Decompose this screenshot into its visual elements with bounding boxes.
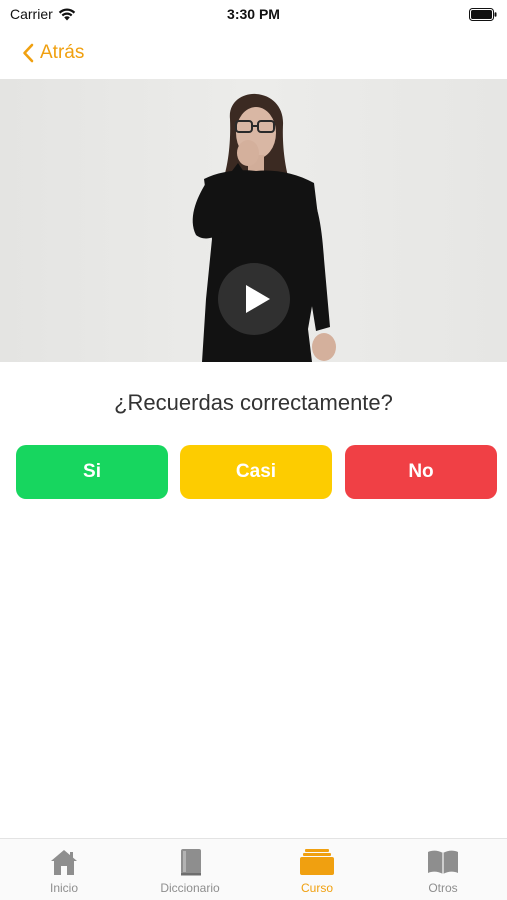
chevron-left-icon [23, 43, 34, 63]
back-label: Atrás [40, 42, 85, 63]
tab-curso-label: Curso [300, 881, 333, 895]
tab-diccionario[interactable]: Diccionario [140, 847, 240, 897]
stack-icon [300, 849, 334, 875]
status-time: 3:30 PM [227, 6, 280, 22]
tab-otros-label: Otros [428, 881, 458, 895]
open-book-icon [428, 850, 458, 874]
answer-buttons: Si Casi No [16, 445, 497, 499]
screen: Carrier 3:30 PM Atrás ¿Recuerdas correct… [0, 0, 507, 900]
tab-inicio[interactable]: Inicio [14, 847, 114, 897]
tab-bar: Inicio Diccionario Curso Otros [0, 838, 507, 900]
book-icon [181, 849, 201, 876]
tab-otros[interactable]: Otros [393, 847, 493, 897]
answer-si-button[interactable]: Si [16, 445, 168, 499]
play-button[interactable] [218, 263, 290, 335]
tab-inicio-label: Inicio [49, 881, 78, 895]
status-bar: Carrier 3:30 PM [0, 0, 507, 30]
answer-casi-button[interactable]: Casi [180, 445, 332, 499]
tab-curso[interactable]: Curso [267, 847, 367, 897]
answer-no-button[interactable]: No [345, 445, 497, 499]
back-button[interactable]: Atrás [22, 40, 84, 66]
sign-video[interactable] [0, 79, 507, 362]
question-text: ¿Recuerdas correctamente? [114, 390, 393, 415]
house-icon [51, 850, 77, 875]
battery-icon [469, 8, 497, 21]
play-icon [246, 285, 270, 313]
tab-diccionario-label: Diccionario [160, 881, 220, 895]
